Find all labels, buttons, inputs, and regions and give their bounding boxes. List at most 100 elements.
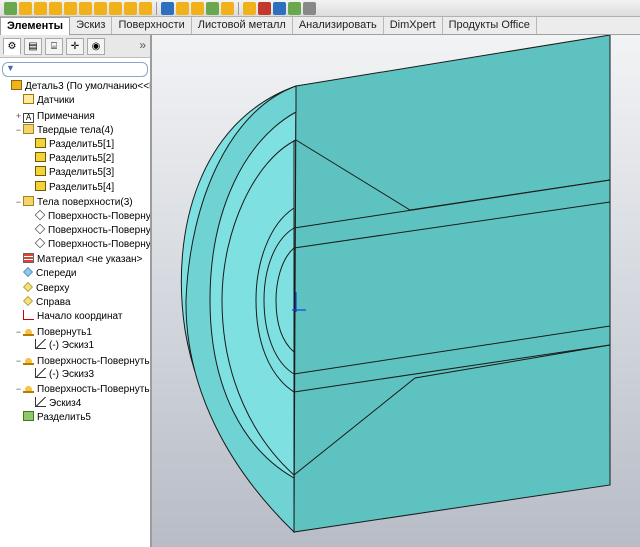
tree-item-label: Датчики: [37, 95, 75, 107]
tree-item[interactable]: Разделить5[1]: [26, 137, 115, 152]
solid-icon: [35, 137, 46, 148]
feature-tree: Деталь3 (По умолчанию<<По Датчики + A Примеч…: [0, 80, 150, 540]
graphics-viewport[interactable]: [152, 35, 640, 547]
expand-toggle-icon[interactable]: +: [14, 109, 23, 123]
sweep-icon[interactable]: [34, 1, 47, 15]
display-manager-icon[interactable]: ◉: [87, 37, 105, 55]
tree-item-label: Деталь3 (По умолчанию<<По: [25, 81, 152, 92]
tree-item-label: Начало координат: [37, 311, 123, 323]
tree-item[interactable]: Поверхность-Повернут: [26, 238, 152, 252]
mat-icon: [23, 252, 34, 263]
folder-icon: [23, 196, 34, 207]
toolbar-separator: [156, 1, 157, 15]
tree-filter-input[interactable]: ▼: [2, 62, 148, 77]
expand-toggle-icon[interactable]: −: [14, 123, 23, 137]
tab-2[interactable]: Поверхности: [112, 17, 192, 34]
tree-item[interactable]: Датчики: [14, 94, 74, 108]
tree-item[interactable]: Деталь3 (По умолчанию<<По: [2, 80, 152, 94]
tree-item[interactable]: − Повернуть1: [14, 325, 92, 339]
tree-item-label: Спереди: [36, 268, 77, 280]
tree-item-label: Разделить5[3]: [49, 167, 115, 179]
tree-item-label: Поверхность-Повернут: [48, 225, 152, 236]
sketch-icon: [35, 339, 46, 350]
plane-icon[interactable]: [191, 1, 204, 15]
revolve-icon: [23, 325, 34, 336]
folder-icon: [23, 124, 34, 135]
tree-item[interactable]: − Твердые тела(4): [14, 123, 113, 137]
command-toolbar: [0, 0, 640, 17]
property-manager-icon[interactable]: ▤: [24, 37, 42, 55]
expand-toggle-icon[interactable]: −: [14, 325, 23, 339]
configuration-manager-icon[interactable]: ⌸: [45, 37, 63, 55]
combine-icon[interactable]: [243, 1, 256, 15]
filter-icon: ▼: [6, 63, 15, 73]
surf-icon: [34, 238, 46, 249]
command-manager-tabs: Элементы Эскиз Поверхности Листовой металл А…: [0, 17, 640, 35]
tree-item[interactable]: − Тела поверхности(3): [14, 195, 133, 209]
tree-item-label: Разделить5[2]: [49, 153, 115, 164]
tree-item[interactable]: Спереди: [14, 267, 77, 281]
revolve-icon: [23, 383, 34, 394]
tree-item[interactable]: Разделить5[3]: [26, 166, 114, 180]
tree-item-label: Твердые тела(4): [37, 125, 114, 137]
tab-4[interactable]: Анализировать: [293, 17, 384, 34]
tree-item[interactable]: Справа: [14, 296, 71, 310]
mirror-icon[interactable]: [176, 1, 189, 15]
surf-icon: [34, 223, 46, 235]
tree-item[interactable]: Поверхность-Повернут: [26, 223, 152, 238]
tree-item[interactable]: Поверхность-Повернут: [26, 209, 150, 224]
panel-more-button[interactable]: »: [139, 38, 146, 52]
tree-item[interactable]: Материал <не указан>: [14, 252, 142, 267]
expand-toggle-icon[interactable]: −: [14, 382, 23, 396]
tree-item[interactable]: Разделить5: [14, 411, 91, 425]
delete-icon[interactable]: [258, 1, 271, 15]
tree-item[interactable]: (-) Эскиз1: [26, 339, 94, 353]
rib-icon[interactable]: [139, 1, 152, 15]
move-icon[interactable]: [221, 1, 234, 15]
expand-toggle-icon[interactable]: −: [14, 195, 23, 209]
tree-item[interactable]: Разделить5[2]: [26, 152, 114, 166]
3d-sketch-icon[interactable]: [288, 1, 301, 15]
tree-item-label: Повернуть1: [37, 326, 92, 338]
tree-item[interactable]: − Поверхность-Повернуть2: [14, 382, 152, 396]
shell-icon[interactable]: [109, 1, 122, 15]
expand-toggle-icon[interactable]: −: [14, 354, 23, 368]
tree-item[interactable]: − Поверхность-Повернуть1: [14, 354, 152, 368]
tree-item[interactable]: Разделить5[4]: [26, 180, 114, 195]
tree-item-label: Поверхность-Повернуть1: [37, 355, 152, 367]
tree-item[interactable]: (-) Эскиз3: [26, 368, 94, 382]
tree-item[interactable]: Начало координат: [14, 310, 122, 324]
sketch-icon: [35, 368, 46, 378]
solid-icon: [35, 180, 46, 191]
tree-item[interactable]: Сверху: [14, 281, 69, 296]
chamfer-icon[interactable]: [94, 1, 107, 15]
extrude-icon[interactable]: [49, 1, 62, 15]
revolve-icon[interactable]: [19, 1, 32, 15]
new-icon[interactable]: [4, 1, 17, 15]
cut-icon[interactable]: [64, 1, 77, 15]
tab-0[interactable]: Элементы: [0, 17, 71, 35]
solid-icon: [35, 152, 46, 162]
surf-icon: [34, 209, 46, 220]
tab-6[interactable]: Продукты Office: [443, 17, 537, 34]
tree-item[interactable]: Эскиз4: [26, 396, 81, 411]
feature-manager-icon[interactable]: ⚙: [3, 37, 21, 55]
tab-5[interactable]: DimXpert: [384, 17, 443, 34]
dimxpert-manager-icon[interactable]: ✛: [66, 37, 84, 55]
settings-icon[interactable]: [303, 1, 316, 15]
tree-item-label: (-) Эскиз1: [49, 340, 95, 352]
tree-item-label: Разделить5[1]: [49, 138, 115, 150]
draft-icon[interactable]: [124, 1, 137, 15]
tab-3[interactable]: Листовой металл: [192, 17, 293, 34]
split-icon[interactable]: [206, 1, 219, 15]
plane-icon: [23, 267, 33, 278]
tab-1[interactable]: Эскиз: [70, 17, 113, 34]
tree-item[interactable]: + A Примечания: [14, 109, 95, 123]
part-icon: [11, 80, 22, 90]
tree-item-label: Поверхность-Повернут: [48, 239, 152, 251]
pattern-icon[interactable]: [161, 1, 174, 15]
fillet-icon[interactable]: [79, 1, 92, 15]
tree-item-label: Поверхность-Повернуть2: [37, 384, 152, 396]
model-3d-view[interactable]: [152, 35, 640, 547]
curve-icon[interactable]: [273, 1, 286, 15]
